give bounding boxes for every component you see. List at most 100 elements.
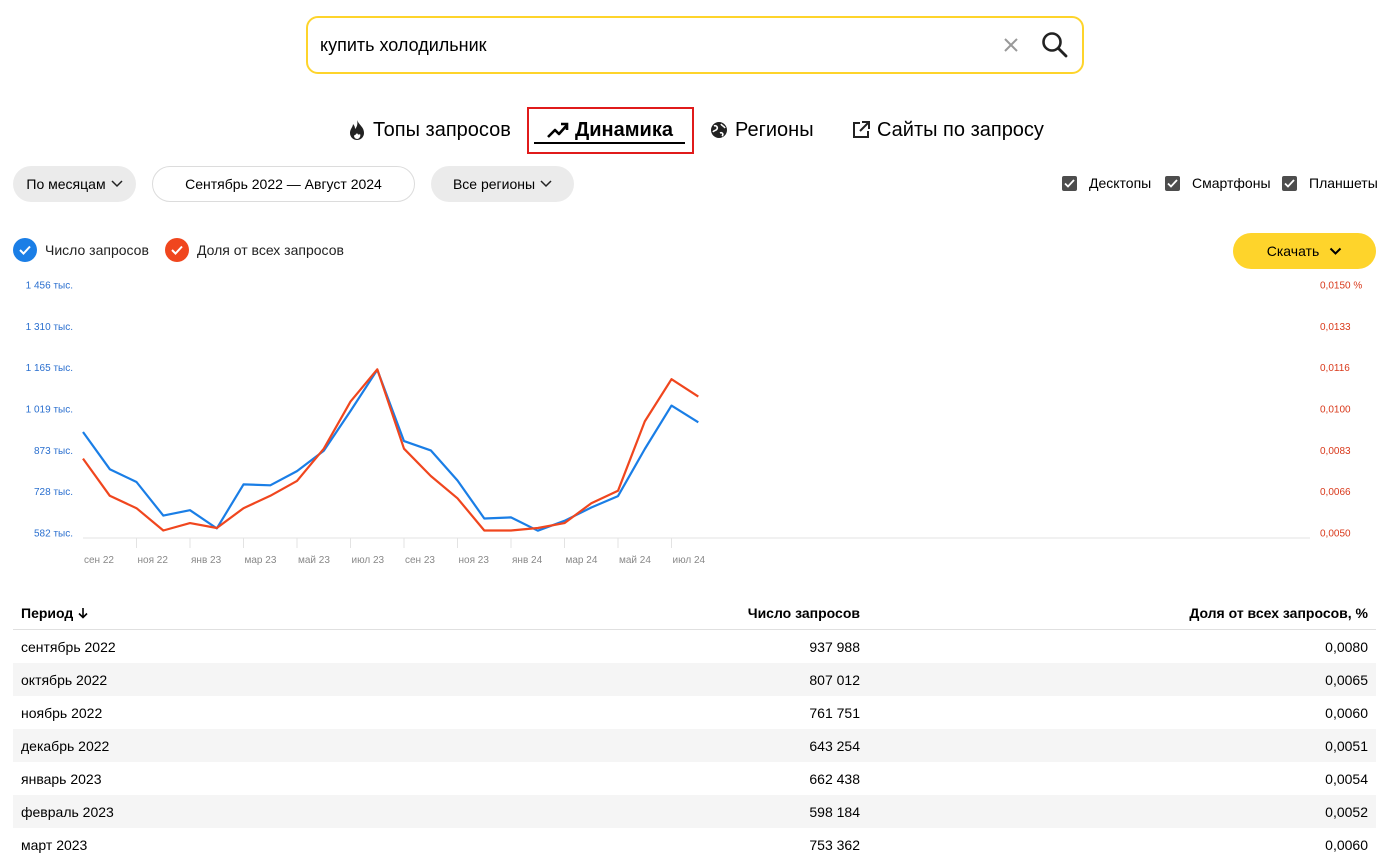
y-left-tick-label: 1 310 тыс. xyxy=(26,322,73,333)
count-cell: 643 254 xyxy=(809,737,860,754)
period-cell: октябрь 2022 xyxy=(21,671,108,688)
chevron-down-icon xyxy=(111,180,123,188)
y-right-tick-label: 0,0083 xyxy=(1320,446,1351,457)
regions-label: Все регионы xyxy=(452,176,536,192)
legend-label: Число запросов xyxy=(45,242,149,258)
count-column-header[interactable]: Число запросов xyxy=(513,605,860,621)
download-label: Скачать xyxy=(1266,243,1320,259)
series-line-query-share xyxy=(82,368,699,532)
count-cell: 753 362 xyxy=(809,836,860,853)
share-cell: 0,0060 xyxy=(1325,836,1368,853)
share-cell: 0,0065 xyxy=(1325,671,1368,688)
tablet-checkbox[interactable]: Планшеты xyxy=(1282,175,1378,191)
tab-top-queries[interactable]: Топы запросов xyxy=(347,112,511,148)
period-cell: февраль 2023 xyxy=(21,803,114,820)
count-cell: 662 438 xyxy=(809,770,860,787)
x-tick-label: май 24 xyxy=(619,555,651,566)
tab-label: Сайты по запросу xyxy=(877,118,1044,141)
y-left-tick-label: 1 165 тыс. xyxy=(26,363,73,374)
x-tick-label: сен 22 xyxy=(84,555,114,566)
x-tick-label: сен 23 xyxy=(405,555,435,566)
y-right-tick-label: 0,0133 xyxy=(1320,322,1351,333)
count-cell: 937 988 xyxy=(809,638,860,655)
y-left-tick-label: 1 456 тыс. xyxy=(26,281,73,292)
download-button[interactable]: Скачать xyxy=(1233,233,1376,269)
legend-label: Доля от всех запросов xyxy=(197,242,344,258)
table-header: Период Число запросов Доля от всех запро… xyxy=(13,597,1376,630)
period-cell: ноябрь 2022 xyxy=(21,704,103,721)
y-right-tick-label: 0,0100 xyxy=(1320,405,1351,416)
period-grouping-dropdown[interactable]: По месяцам xyxy=(13,166,136,202)
share-column-header[interactable]: Доля от всех запросов, % xyxy=(860,605,1368,621)
checkbox-checked-icon xyxy=(1165,175,1180,191)
x-tick-label: янв 24 xyxy=(512,555,543,566)
x-tick-label: ноя 23 xyxy=(459,555,490,566)
checkbox-checked-icon xyxy=(1282,175,1297,191)
x-tick-label: июл 24 xyxy=(673,555,706,566)
external-link-icon xyxy=(853,121,870,138)
stats-table: Период Число запросов Доля от всех запро… xyxy=(13,597,1376,860)
tab-label: Регионы xyxy=(735,118,814,141)
table-row: октябрь 2022 807 012 0,0065 xyxy=(13,663,1376,696)
smartphone-label: Смартфоны xyxy=(1192,175,1271,191)
period-cell: сентябрь 2022 xyxy=(21,638,116,655)
share-cell: 0,0054 xyxy=(1325,770,1368,787)
table-row: декабрь 2022 643 254 0,0051 xyxy=(13,729,1376,762)
x-tick-label: июл 23 xyxy=(352,555,385,566)
y-right-tick-label: 0,0150 % xyxy=(1320,281,1362,292)
period-header-label: Период xyxy=(21,605,74,621)
trend-up-icon xyxy=(547,122,569,138)
count-cell: 598 184 xyxy=(809,803,860,820)
table-body: сентябрь 2022 937 988 0,0080 октябрь 2022 80… xyxy=(13,630,1376,860)
y-left-tick-label: 873 тыс. xyxy=(34,446,73,457)
x-tick-label: ноя 22 xyxy=(138,555,169,566)
share-cell: 0,0060 xyxy=(1325,704,1368,721)
date-range-label: Сентябрь 2022 — Август 2024 xyxy=(185,176,382,192)
y-right-tick-label: 0,0050 xyxy=(1320,529,1351,540)
chevron-down-icon xyxy=(540,180,552,188)
count-cell: 761 751 xyxy=(809,704,860,721)
series-line-query-count xyxy=(82,368,699,532)
period-cell: март 2023 xyxy=(21,836,88,853)
active-tab-underline xyxy=(534,142,685,144)
share-cell: 0,0051 xyxy=(1325,737,1368,754)
period-cell: январь 2023 xyxy=(21,770,102,787)
smartphone-checkbox[interactable]: Смартфоны xyxy=(1165,175,1271,191)
chevron-down-icon xyxy=(1330,247,1342,255)
y-left-tick-label: 728 тыс. xyxy=(34,487,73,498)
legend-query-count[interactable]: Число запросов xyxy=(13,238,149,262)
search-box xyxy=(306,16,1084,74)
y-left-tick-label: 582 тыс. xyxy=(34,529,73,540)
search-input[interactable] xyxy=(320,30,980,60)
period-column-header[interactable]: Период xyxy=(13,605,513,621)
tab-sites[interactable]: Сайты по запросу xyxy=(851,112,1044,148)
table-row: февраль 2023 598 184 0,0052 xyxy=(13,795,1376,828)
check-icon xyxy=(165,238,189,262)
table-row: март 2023 753 362 0,0060 xyxy=(13,828,1376,860)
tablet-label: Планшеты xyxy=(1309,175,1378,191)
x-tick-label: янв 23 xyxy=(191,555,222,566)
table-row: сентябрь 2022 937 988 0,0080 xyxy=(13,630,1376,663)
desktop-label: Десктопы xyxy=(1089,175,1152,191)
x-tick-label: мар 24 xyxy=(566,555,598,566)
tab-label: Топы запросов xyxy=(373,118,511,141)
y-right-tick-label: 0,0116 xyxy=(1320,363,1350,374)
date-range-picker[interactable]: Сентябрь 2022 — Август 2024 xyxy=(152,166,415,202)
share-cell: 0,0052 xyxy=(1325,803,1368,820)
globe-icon xyxy=(711,122,727,138)
check-icon xyxy=(13,238,37,262)
regions-dropdown[interactable]: Все регионы xyxy=(431,166,574,202)
checkbox-checked-icon xyxy=(1062,175,1077,191)
sort-arrow-down-icon xyxy=(78,608,88,619)
clear-icon[interactable] xyxy=(998,32,1024,58)
search-icon[interactable] xyxy=(1040,30,1070,60)
period-grouping-label: По месяцам xyxy=(26,176,106,192)
tab-regions[interactable]: Регионы xyxy=(709,112,814,148)
table-row: январь 2023 662 438 0,0054 xyxy=(13,762,1376,795)
desktop-checkbox[interactable]: Десктопы xyxy=(1062,175,1151,191)
tab-label: Динамика xyxy=(575,118,673,141)
count-cell: 807 012 xyxy=(809,671,860,688)
x-tick-label: мар 23 xyxy=(245,555,277,566)
dynamics-chart: 1 456 тыс. 1 310 тыс. 1 165 тыс. 1 019 тыс.… xyxy=(26,281,1363,567)
legend-query-share[interactable]: Доля от всех запросов xyxy=(165,238,344,262)
